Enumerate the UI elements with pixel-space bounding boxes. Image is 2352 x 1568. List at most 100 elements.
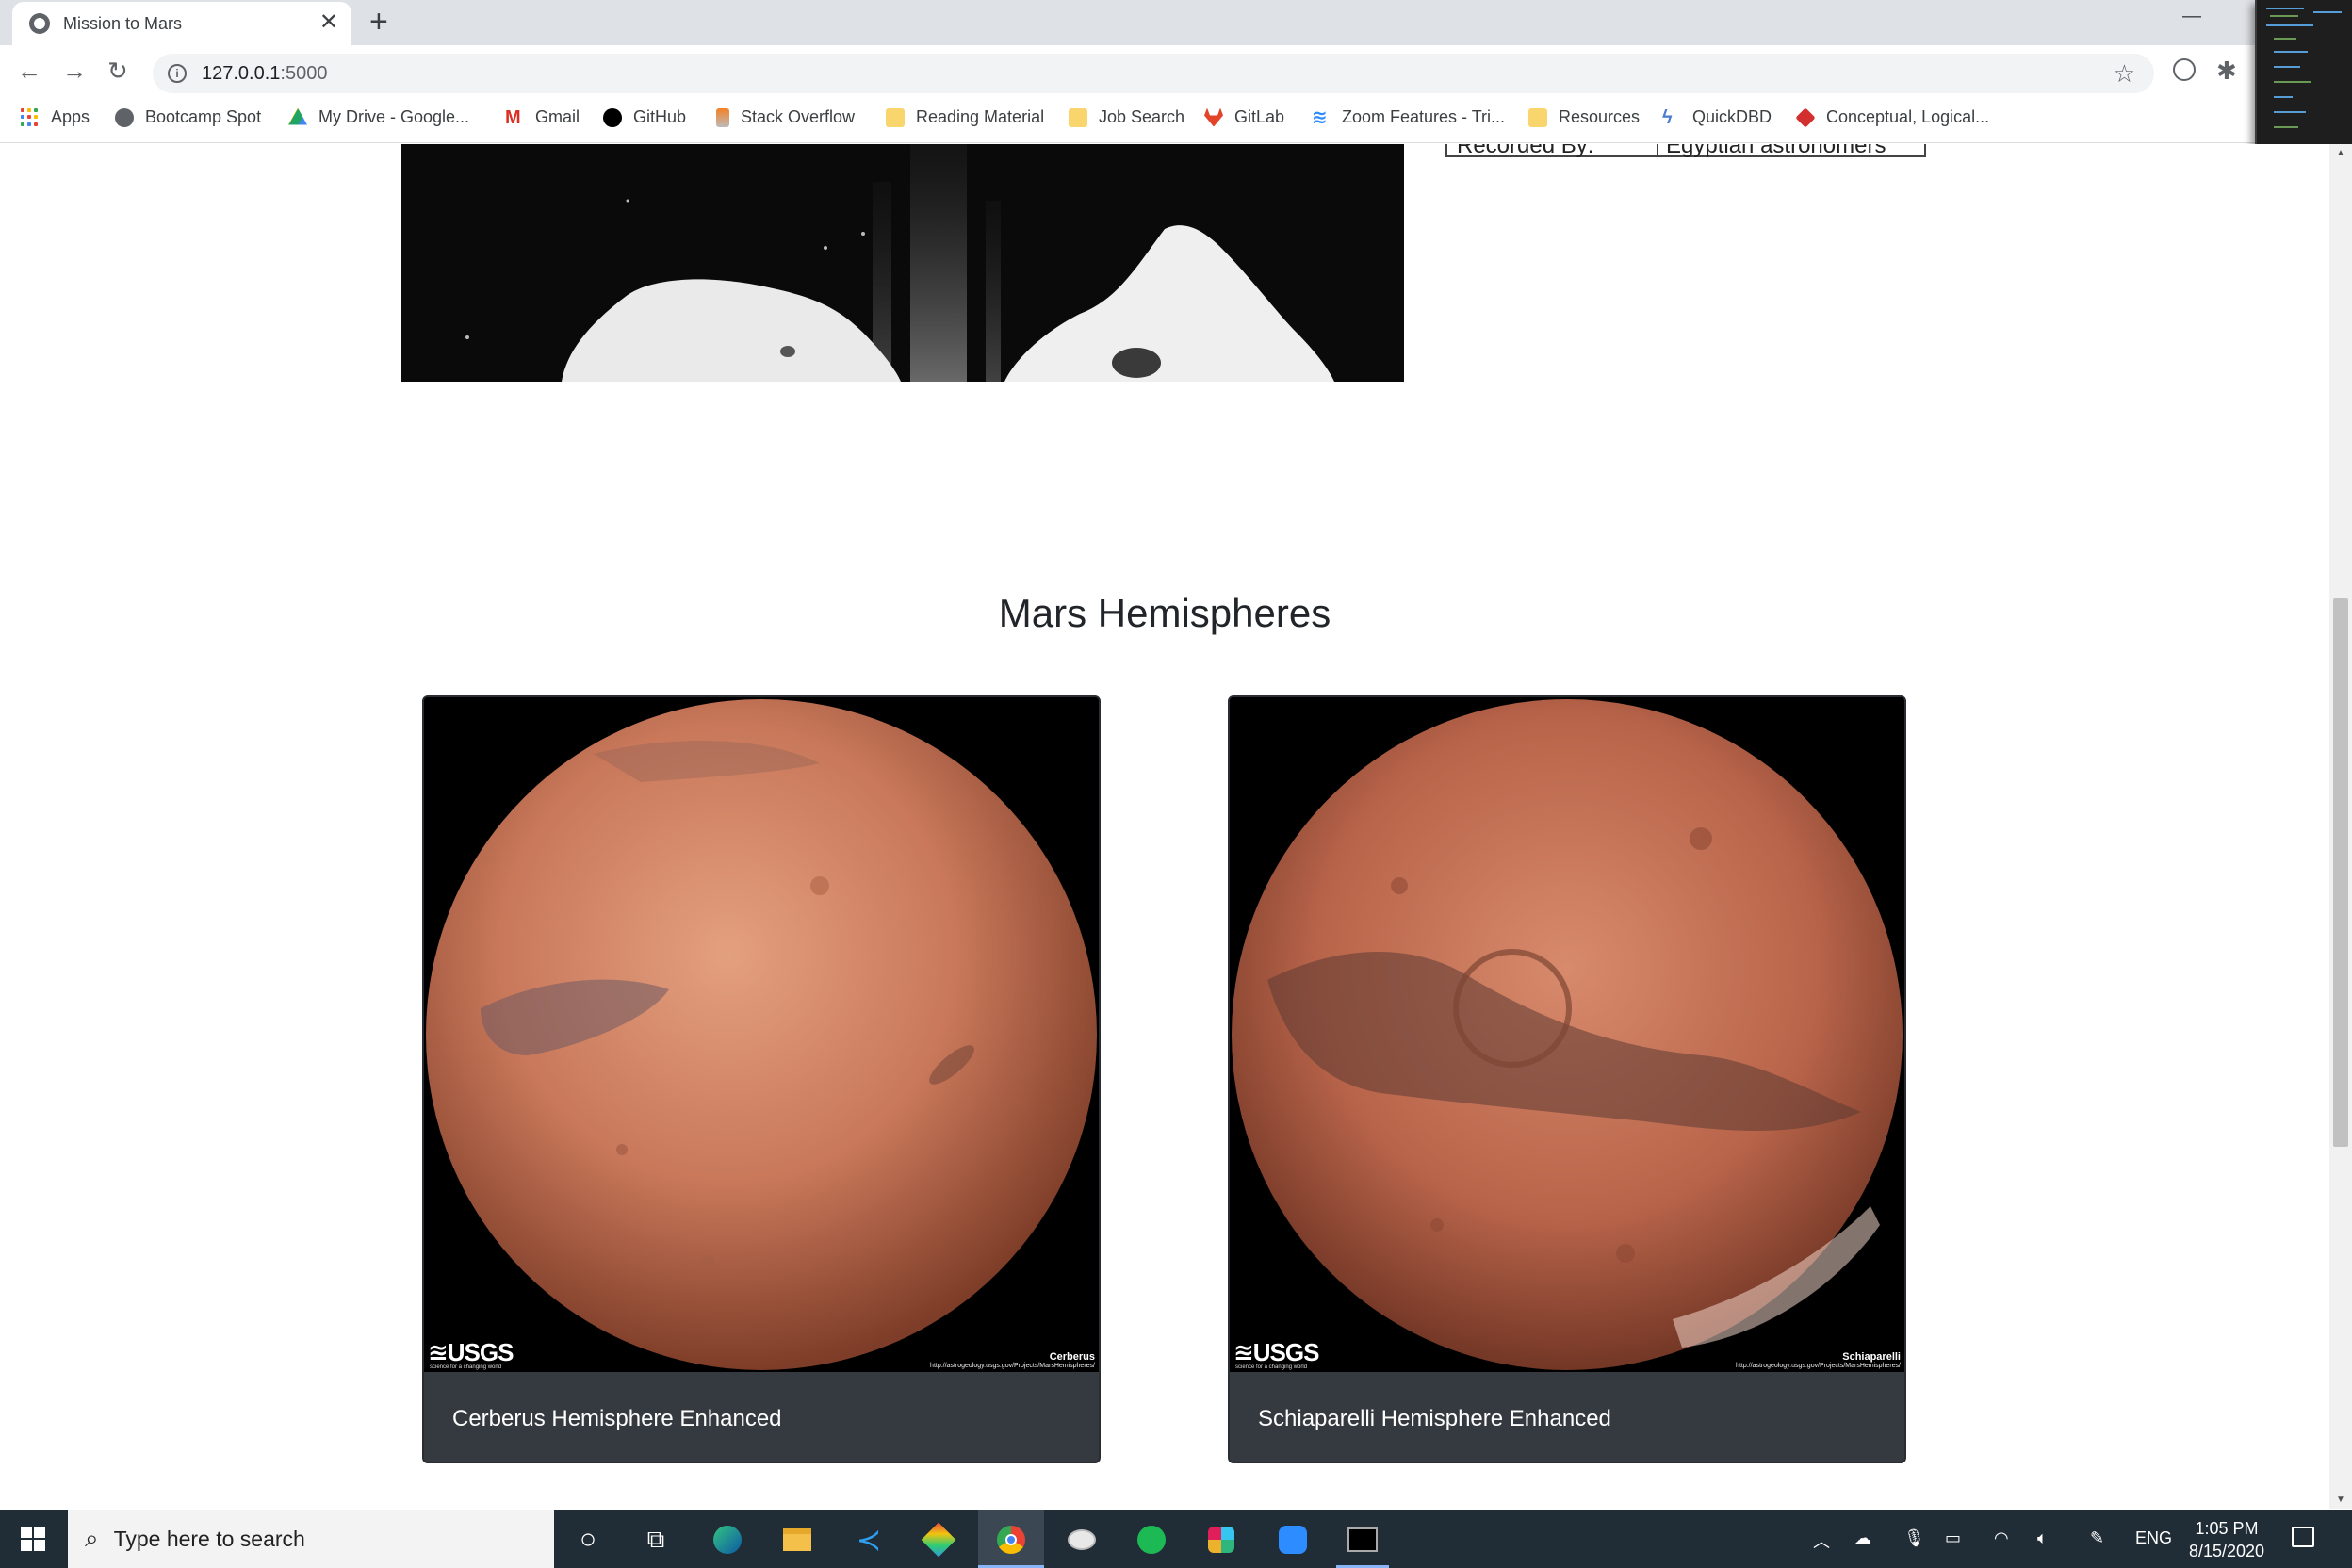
gmail-icon: M [505, 106, 521, 128]
bookmark-gmail[interactable]: M Gmail [505, 107, 580, 127]
bookmark-label: Gmail [535, 107, 580, 126]
image-source-url: http://astrogeology.usgs.gov/Projects/Ma… [930, 1363, 1095, 1369]
hemisphere-image[interactable]: ≊USGS science for a changing world Cerbe… [424, 697, 1099, 1372]
chrome-icon[interactable] [994, 1523, 1028, 1557]
bookmark-label: Conceptual, Logical... [1826, 107, 1990, 126]
stackoverflow-icon [716, 107, 729, 127]
battery-icon[interactable]: ▭ [1945, 1528, 1961, 1548]
microphone-icon[interactable]: 🎙︎ [1903, 1528, 1925, 1548]
page-scrollbar[interactable]: ▲ ▼ [2329, 144, 2352, 1509]
bookmark-label: Zoom Features - Tri... [1342, 107, 1506, 126]
usgs-tagline: science for a changing world [430, 1364, 502, 1370]
mars-globe-cerberus [424, 697, 1099, 1372]
slack-icon[interactable] [1204, 1523, 1238, 1557]
table-cell-divider [1657, 144, 1658, 155]
section-title: Mars Hemispheres [998, 591, 1331, 635]
address-bar[interactable]: i 127.0.0.1:5000 ☆ [153, 54, 2154, 93]
spotify-icon[interactable] [1135, 1523, 1168, 1557]
apps-grid-icon [21, 107, 40, 127]
bookmark-reading-material[interactable]: Reading Material [886, 107, 1044, 127]
bookmark-label: Job Search [1099, 107, 1185, 126]
zoom-app-icon[interactable] [1276, 1523, 1310, 1557]
cortana-icon[interactable]: ○ [571, 1523, 605, 1557]
mars-globe-schiaparelli [1230, 697, 1904, 1372]
pen-icon[interactable]: ✎ [2090, 1528, 2104, 1548]
wifi-icon[interactable]: ◠ [1994, 1528, 2009, 1548]
globe-icon [115, 107, 134, 127]
paint-icon[interactable] [1065, 1523, 1099, 1557]
usgs-logo: ≊USGS [428, 1338, 514, 1366]
zoom-icon: ≋ [1312, 106, 1328, 128]
bookmark-apps[interactable]: Apps [21, 107, 90, 127]
tab-strip: Mission to Mars ✕ + — [0, 0, 2352, 45]
facts-row-label: Recorded By: [1457, 144, 1594, 158]
search-icon: ⌕ [85, 1524, 99, 1552]
taskbar-search-box[interactable]: ⌕ Type here to search [68, 1510, 554, 1568]
bookmark-quickdbd[interactable]: ϟ QuickDBD [1662, 107, 1772, 127]
page-viewport: Recorded By: Egyptian astronomers Mars H… [0, 144, 2329, 1509]
github-icon [603, 107, 622, 127]
bookmark-job-search[interactable]: Job Search [1069, 107, 1184, 127]
usgs-logo: ≊USGS [1233, 1338, 1319, 1366]
folder-icon [886, 107, 905, 127]
usgs-tagline: science for a changing world [1235, 1364, 1308, 1370]
edge-icon[interactable] [710, 1523, 744, 1557]
back-arrow-icon[interactable]: ← [17, 57, 41, 85]
hemisphere-card[interactable]: ≊USGS science for a changing world Schia… [1228, 695, 1906, 1463]
hemisphere-card[interactable]: ≊USGS science for a changing world Cerbe… [422, 695, 1101, 1463]
bookmark-stack-overflow[interactable]: Stack Overflow [716, 107, 855, 127]
volume-icon[interactable]: 🔈︎ [2037, 1528, 2048, 1548]
browser-toolbar: ← → ↻ i 127.0.0.1:5000 ☆ ✱ [0, 45, 2352, 100]
notification-center-icon[interactable] [2292, 1527, 2314, 1547]
site-info-icon[interactable]: i [168, 64, 187, 83]
google-drive-icon [288, 107, 307, 125]
bookmark-resources[interactable]: Resources [1528, 107, 1640, 127]
image-credit: Cerberus [1049, 1351, 1095, 1363]
minimize-window-button[interactable]: — [2182, 6, 2201, 27]
globe-icon [29, 13, 50, 34]
mars-facts-table: Recorded By: Egyptian astronomers [1446, 144, 1926, 158]
bookmark-gitlab[interactable]: GitLab [1204, 107, 1284, 127]
git-kraken-icon[interactable] [921, 1522, 956, 1558]
comet-image [401, 144, 1404, 382]
bookmark-label: Reading Material [916, 107, 1045, 126]
bookmark-label: GitHub [633, 107, 687, 126]
scroll-down-arrow-icon[interactable]: ▼ [2336, 1494, 2345, 1505]
system-clock[interactable]: 1:05 PM 8/15/2020 [2184, 1517, 2269, 1562]
bookmark-zoom-features[interactable]: ≋ Zoom Features - Tri... [1312, 107, 1505, 127]
bookmark-bootcamp-spot[interactable]: Bootcamp Spot [115, 107, 261, 127]
scrollbar-thumb[interactable] [2333, 598, 2348, 1147]
bookmark-label: Stack Overflow [741, 107, 856, 126]
bookmark-label: My Drive - Google... [318, 107, 470, 126]
url-text: 127.0.0.1:5000 [202, 62, 328, 84]
close-tab-icon[interactable]: ✕ [319, 11, 338, 34]
bookmark-github[interactable]: GitHub [603, 107, 686, 127]
hemisphere-title: Schiaparelli Hemisphere Enhanced [1258, 1406, 1611, 1431]
windows-start-icon[interactable] [21, 1527, 45, 1551]
language-indicator[interactable]: ENG [2135, 1528, 2172, 1548]
reload-icon[interactable]: ↻ [107, 57, 128, 85]
window-thumbnail-preview[interactable] [2255, 0, 2352, 162]
terminal-icon[interactable] [1346, 1523, 1380, 1557]
image-credit: Schiaparelli [1842, 1351, 1901, 1363]
quickdbd-icon: ϟ [1662, 106, 1673, 128]
show-hidden-icons-chevron-icon[interactable]: ︿ [1813, 1528, 1830, 1553]
bookmark-label: GitLab [1234, 107, 1285, 126]
hemisphere-image[interactable]: ≊USGS science for a changing world Schia… [1230, 697, 1904, 1372]
gitlab-icon [1204, 107, 1223, 127]
vscode-icon[interactable]: ≺ [852, 1523, 886, 1557]
bookmark-my-drive[interactable]: My Drive - Google... [288, 107, 469, 127]
extensions-puzzle-icon[interactable]: ✱ [2216, 57, 2237, 86]
onedrive-cloud-icon[interactable]: ☁ [1854, 1528, 1871, 1548]
task-view-icon[interactable]: ⧉ [639, 1523, 673, 1557]
bookmark-star-icon[interactable]: ☆ [2114, 59, 2135, 89]
file-explorer-icon[interactable] [780, 1523, 814, 1557]
new-tab-button[interactable]: + [369, 6, 388, 38]
diamond-icon [1795, 106, 1816, 128]
bookmark-conceptual-logical[interactable]: Conceptual, Logical... [1795, 106, 1990, 128]
extension-icon[interactable] [2173, 58, 2196, 81]
scroll-up-arrow-icon[interactable]: ▲ [2336, 148, 2345, 158]
browser-tab-active[interactable]: Mission to Mars ✕ [12, 2, 351, 45]
forward-arrow-icon[interactable]: → [62, 57, 87, 85]
bookmark-label: Bootcamp Spot [145, 107, 262, 126]
